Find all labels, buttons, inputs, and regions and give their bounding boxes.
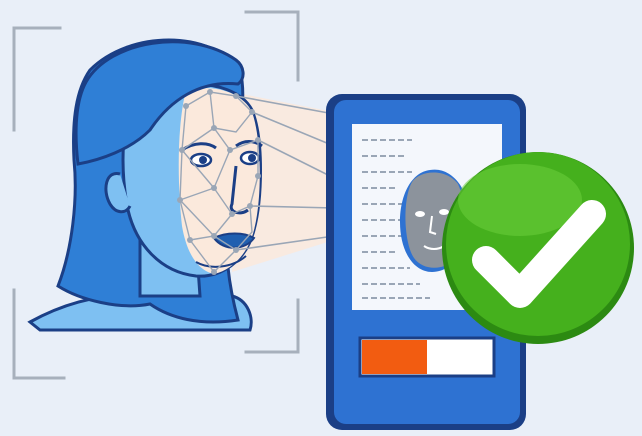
bracket-top-left: [12, 26, 62, 132]
illustration-canvas: [12, 10, 634, 430]
progress-fill: [362, 340, 427, 374]
progress-bar: [358, 336, 496, 378]
bracket-bottom-left: [12, 288, 66, 380]
bracket-bottom-right: [244, 298, 300, 354]
pupil-right: [248, 154, 256, 162]
bracket-top-right: [244, 10, 300, 82]
face-figure: [27, 38, 263, 332]
pupil-left: [199, 156, 207, 164]
face-verification-illustration: [0, 0, 642, 436]
check-badge: [442, 152, 634, 344]
face-scan-area: [178, 88, 260, 274]
